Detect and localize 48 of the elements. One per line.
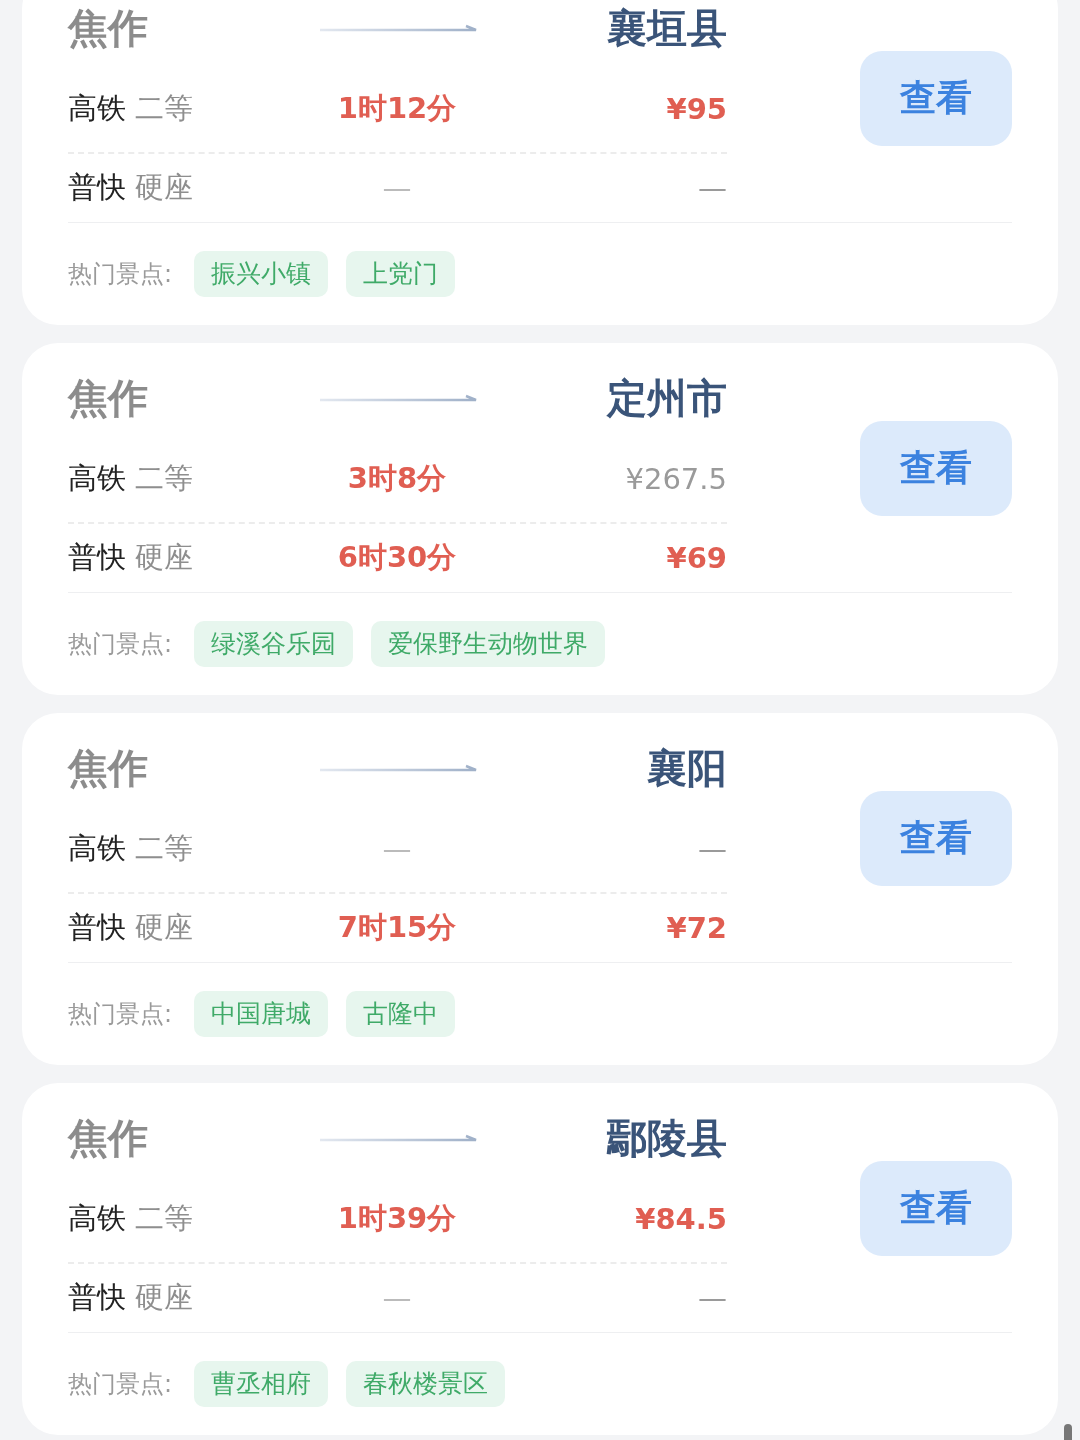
ticket-price: ¥84.5 xyxy=(634,1202,727,1236)
travel-time: 1时39分 xyxy=(336,1200,458,1237)
ticket-price: — xyxy=(697,171,727,205)
train-type: 高铁 二等 xyxy=(68,460,195,497)
attraction-tag[interactable]: 春秋楼景区 xyxy=(346,1361,506,1407)
attraction-tag[interactable]: 爱保野生动物世界 xyxy=(371,621,606,667)
train-type: 普快 硬座 xyxy=(68,909,195,946)
attraction-tag[interactable]: 振兴小镇 xyxy=(194,251,329,297)
travel-time: — xyxy=(381,1281,413,1315)
destination-city: 襄阳 xyxy=(646,744,727,793)
ticket-price: — xyxy=(697,1281,727,1315)
view-button[interactable]: 查看 xyxy=(860,51,1012,146)
train-type: 普快 硬座 xyxy=(68,539,195,576)
train-type: 高铁 二等 xyxy=(68,1200,195,1237)
train-type: 高铁 二等 xyxy=(68,830,195,867)
attractions-label: 热门景点: xyxy=(68,259,173,290)
train-type: 普快 硬座 xyxy=(68,1279,195,1316)
travel-time: — xyxy=(381,832,413,866)
origin-city: 焦作 xyxy=(68,4,149,53)
attraction-tag[interactable]: 上党门 xyxy=(346,251,456,297)
ticket-price: ¥95 xyxy=(665,92,727,126)
attraction-tag[interactable]: 绿溪谷乐园 xyxy=(194,621,354,667)
travel-time: 1时12分 xyxy=(336,90,458,127)
travel-time: — xyxy=(381,171,413,205)
view-button[interactable]: 查看 xyxy=(860,1161,1012,1256)
attraction-tag[interactable]: 古隆中 xyxy=(346,991,456,1037)
destination-city: 定州市 xyxy=(605,374,727,423)
view-button[interactable]: 查看 xyxy=(860,421,1012,516)
attractions-label: 热门景点: xyxy=(68,629,173,660)
origin-city: 焦作 xyxy=(68,374,149,423)
ticket-price: ¥72 xyxy=(665,911,727,945)
travel-time: 7时15分 xyxy=(336,909,458,946)
view-button[interactable]: 查看 xyxy=(860,791,1012,886)
origin-city: 焦作 xyxy=(68,744,149,793)
travel-time: 6时30分 xyxy=(336,539,458,576)
destination-city: 鄢陵县 xyxy=(605,1114,727,1163)
train-type: 高铁 二等 xyxy=(68,90,195,127)
attraction-tag[interactable]: 中国唐城 xyxy=(194,991,329,1037)
ticket-price: ¥69 xyxy=(665,541,727,575)
destination-city: 襄垣县 xyxy=(606,4,727,53)
attractions-label: 热门景点: xyxy=(68,1369,173,1400)
attractions-label: 热门景点: xyxy=(68,999,173,1030)
train-type: 普快 硬座 xyxy=(68,169,195,206)
ticket-price: — xyxy=(697,832,727,866)
travel-time: 3时8分 xyxy=(346,460,448,497)
origin-city: 焦作 xyxy=(68,1114,149,1163)
ticket-price: ¥267.5 xyxy=(624,462,727,496)
attraction-tag[interactable]: 曹丞相府 xyxy=(194,1361,329,1407)
